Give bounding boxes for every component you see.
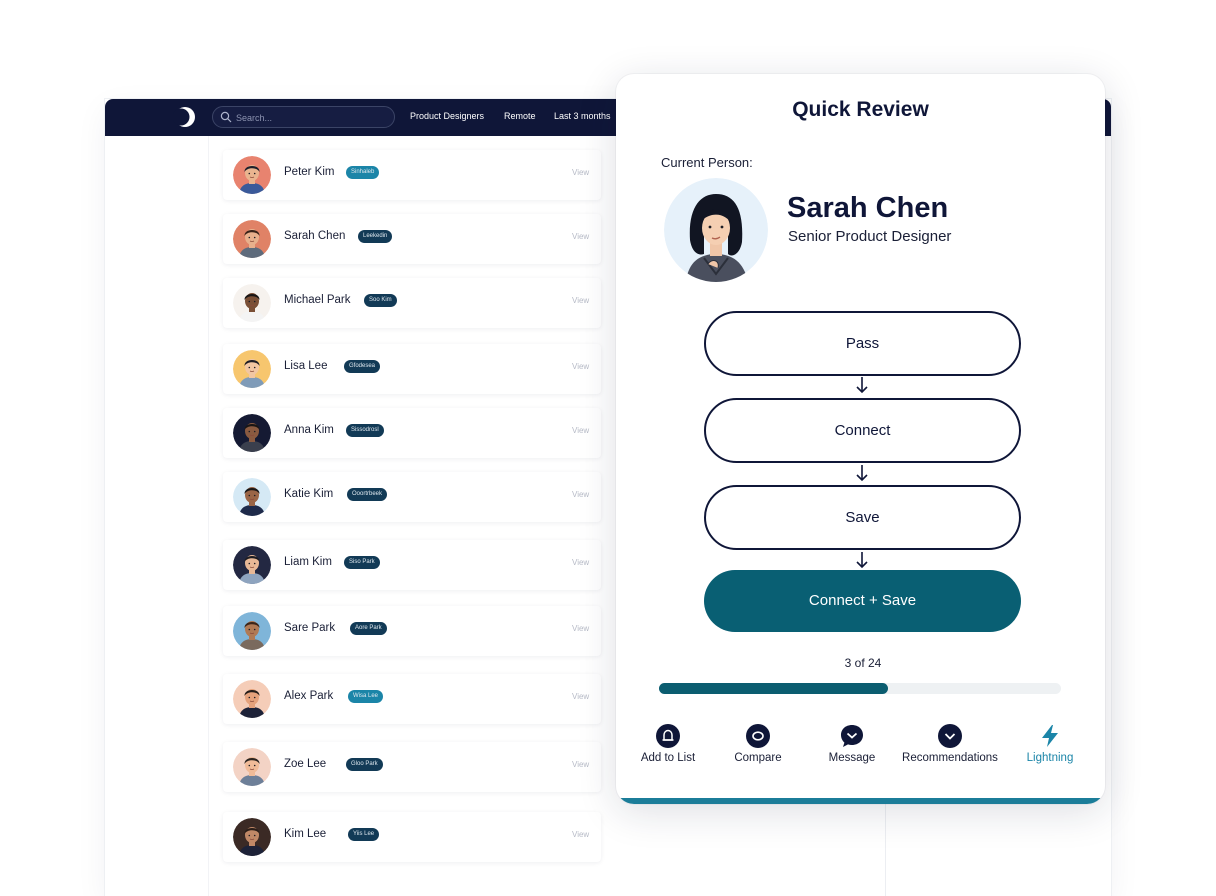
list-item[interactable]: Liam Kim Siso Park View: [223, 540, 601, 590]
message-action[interactable]: Message: [797, 724, 907, 764]
view-link[interactable]: View: [572, 624, 589, 633]
avatar: [233, 748, 271, 786]
arrow-down-icon: [856, 377, 868, 394]
current-person-label: Current Person:: [661, 155, 753, 170]
progress-counter: 3 of 24: [844, 656, 882, 670]
lightning-icon: [1042, 725, 1058, 747]
search-input[interactable]: [236, 110, 386, 125]
view-link[interactable]: View: [572, 558, 589, 567]
action-label: Message: [828, 752, 876, 764]
avatar: [233, 414, 271, 452]
list-item[interactable]: Sare Park Aore Park View: [223, 606, 601, 656]
list-item[interactable]: Katie Kim Ooortrbeek View: [223, 472, 601, 522]
person-name: Peter Kim: [284, 166, 335, 178]
person-name: Liam Kim: [284, 556, 332, 568]
view-link[interactable]: View: [572, 490, 589, 499]
avatar: [233, 284, 271, 322]
view-link[interactable]: View: [572, 830, 589, 839]
progress-fill: [659, 683, 889, 694]
list-item[interactable]: Lisa Lee Gfodesea View: [223, 344, 601, 394]
status-badge: Ooortrbeek: [347, 488, 388, 501]
status-badge: Sinhaleb: [346, 166, 380, 179]
avatar: [233, 546, 271, 584]
progress-bar: [659, 683, 1061, 694]
connect-button[interactable]: Connect: [704, 398, 1021, 463]
list-item[interactable]: Sarah Chen Leekedin View: [223, 214, 601, 264]
message-icon: [841, 725, 863, 747]
person-name: Katie Kim: [284, 488, 334, 500]
logo-icon[interactable]: [173, 105, 197, 129]
arrow-down-icon: [856, 552, 868, 569]
person-name: Kim Lee: [284, 828, 327, 840]
status-badge: Wisa Lee: [348, 690, 384, 703]
search-icon: [220, 111, 232, 123]
status-badge: Gfodesea: [344, 360, 381, 373]
action-label: Recommendations: [902, 752, 998, 764]
status-badge: Sissodrosl: [346, 424, 384, 437]
current-person-name: Sarah Chen: [787, 192, 949, 224]
status-badge: Aore Park: [350, 622, 387, 635]
person-name: Sarah Chen: [284, 230, 346, 242]
status-badge: Soo Kim: [364, 294, 397, 307]
quick-review-card: Quick Review Current Person: Sarah Chen …: [616, 74, 1105, 804]
search-box[interactable]: [212, 106, 395, 128]
connect-save-button[interactable]: Connect + Save: [704, 570, 1021, 632]
recommendations-action[interactable]: Recommendations: [895, 724, 1005, 764]
list-item[interactable]: Anna Kim Sissodrosl View: [223, 408, 601, 458]
view-link[interactable]: View: [572, 426, 589, 435]
avatar: [233, 478, 271, 516]
current-person-avatar: [664, 178, 768, 282]
avatar: [233, 818, 271, 856]
avatar: [233, 612, 271, 650]
bell-icon: [656, 724, 680, 748]
sidebar-divider: [208, 136, 209, 896]
list-item[interactable]: Michael Park Soo Kim View: [223, 278, 601, 328]
stage: Product Designers Remote Last 3 months P…: [0, 0, 1216, 896]
person-name: Alex Park: [284, 690, 334, 702]
filter-last-3-months[interactable]: Last 3 months: [554, 111, 611, 121]
person-name: Lisa Lee: [284, 360, 328, 372]
avatar: [233, 220, 271, 258]
card-title: Quick Review: [792, 98, 929, 121]
avatar: [233, 680, 271, 718]
avatar: [233, 156, 271, 194]
filter-remote[interactable]: Remote: [504, 111, 536, 121]
person-name: Michael Park: [284, 294, 351, 306]
compare-icon: [746, 724, 770, 748]
person-name: Anna Kim: [284, 424, 334, 436]
view-link[interactable]: View: [572, 692, 589, 701]
view-link[interactable]: View: [572, 760, 589, 769]
lightning-action[interactable]: Lightning: [995, 724, 1105, 764]
status-badge: Gloo Park: [346, 758, 383, 771]
card-bottom-accent: [616, 798, 1105, 804]
list-item[interactable]: Zoe Lee Gloo Park View: [223, 742, 601, 792]
list-item[interactable]: Peter Kim Sinhaleb View: [223, 150, 601, 200]
status-badge: Siso Park: [344, 556, 380, 569]
current-person-title: Senior Product Designer: [788, 228, 952, 245]
list-item[interactable]: Alex Park Wisa Lee View: [223, 674, 601, 724]
person-name: Sare Park: [284, 622, 336, 634]
person-name: Zoe Lee: [284, 758, 327, 770]
status-badge: Leekedin: [358, 230, 393, 243]
action-label: Lightning: [1026, 752, 1074, 764]
arrow-down-icon: [856, 465, 868, 482]
filter-product-designers[interactable]: Product Designers: [410, 111, 484, 121]
save-button[interactable]: Save: [704, 485, 1021, 550]
avatar: [233, 350, 271, 388]
pass-button[interactable]: Pass: [704, 311, 1021, 376]
chevron-down-icon: [938, 724, 962, 748]
view-link[interactable]: View: [572, 362, 589, 371]
list-item[interactable]: Kim Lee Yiis Lee View: [223, 812, 601, 862]
view-link[interactable]: View: [572, 232, 589, 241]
status-badge: Yiis Lee: [348, 828, 380, 841]
view-link[interactable]: View: [572, 168, 589, 177]
view-link[interactable]: View: [572, 296, 589, 305]
